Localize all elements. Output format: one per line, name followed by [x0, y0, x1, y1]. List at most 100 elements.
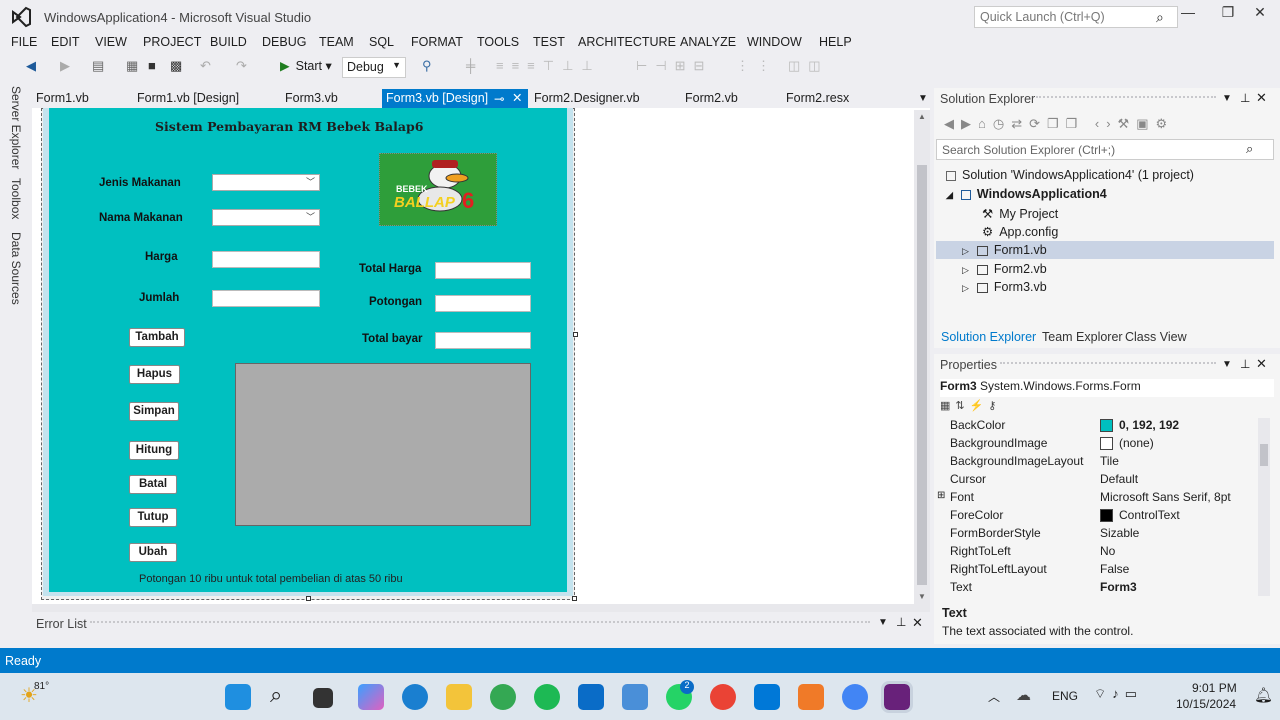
undo-icon[interactable]: ↶: [200, 58, 211, 74]
prop-value-cursor[interactable]: Default: [1100, 472, 1138, 486]
tree-my-project[interactable]: ⚒ My Project: [982, 206, 1058, 221]
prop-name-backcolor[interactable]: BackColor: [950, 418, 1005, 432]
prop-name-righttoleft[interactable]: RightToLeft: [950, 544, 1011, 558]
redo-icon[interactable]: ↷: [236, 58, 247, 74]
datagridview[interactable]: [235, 363, 531, 526]
error-list-title[interactable]: Error List: [36, 617, 87, 631]
panel-menu-icon[interactable]: ▼: [1222, 359, 1232, 370]
resize-handle-corner[interactable]: [572, 596, 577, 601]
form-heading[interactable]: Sistem Pembayaran RM Bebek Balap6: [155, 119, 423, 134]
prop-value-text[interactable]: Form3: [1100, 580, 1137, 594]
save-all-icon[interactable]: ▩: [170, 58, 182, 74]
tab-form2-designer[interactable]: Form2.Designer.vb: [530, 89, 644, 108]
textbox-potongan[interactable]: [435, 295, 531, 312]
start-button[interactable]: ▶ Start ▾: [280, 58, 332, 73]
tab-form3-vb[interactable]: Form3.vb: [281, 89, 342, 108]
menu-project[interactable]: PROJECT: [143, 35, 201, 49]
menu-team[interactable]: TEAM: [319, 35, 354, 49]
close-button[interactable]: ✕: [1240, 4, 1280, 26]
error-list-pin-icon[interactable]: ⊥: [896, 615, 906, 629]
pin-icon[interactable]: ⊸: [494, 91, 504, 106]
prop-name-cursor[interactable]: Cursor: [950, 472, 986, 486]
menu-analyze[interactable]: ANALYZE: [680, 35, 736, 49]
button-simpan[interactable]: Simpan: [129, 402, 179, 421]
data-sources-tab[interactable]: Data Sources: [9, 232, 23, 305]
align-icons[interactable]: ≡≡≡⊤⊥⊥: [496, 58, 601, 74]
menu-format[interactable]: FORMAT: [411, 35, 463, 49]
search-icon[interactable]: ⌕: [1156, 9, 1164, 26]
store-icon[interactable]: [578, 684, 604, 710]
new-project-icon[interactable]: ▤: [92, 58, 104, 74]
object-selector[interactable]: Form3 System.Windows.Forms.Form: [940, 379, 1274, 397]
task-view-icon[interactable]: [313, 688, 333, 708]
solution-search-input[interactable]: Search Solution Explorer (Ctrl+;): [936, 139, 1274, 160]
error-list-grip[interactable]: [90, 621, 870, 625]
scrollbar-thumb[interactable]: [917, 165, 927, 585]
menu-tools[interactable]: TOOLS: [477, 35, 519, 49]
chrome-icon[interactable]: [710, 684, 736, 710]
size-icons[interactable]: ⊢⊣⊞⊟: [636, 58, 712, 74]
prop-value-righttoleftlayout[interactable]: False: [1100, 562, 1129, 576]
properties-scroll-thumb[interactable]: [1260, 444, 1268, 466]
label-jenis-makanan[interactable]: Jenis Makanan: [99, 177, 181, 189]
back-icon[interactable]: ◀: [26, 58, 36, 74]
toolbox-tab[interactable]: Toolbox: [9, 178, 23, 219]
menu-file[interactable]: FILE: [11, 35, 37, 49]
menu-build[interactable]: BUILD: [210, 35, 247, 49]
combo-nama-makanan[interactable]: ﹀: [212, 209, 320, 226]
error-list-panel[interactable]: [30, 612, 930, 642]
edge-icon[interactable]: [402, 684, 428, 710]
prop-name-backgroundimage[interactable]: BackgroundImage: [950, 436, 1047, 450]
menu-test[interactable]: TEST: [533, 35, 565, 49]
button-hitung[interactable]: Hitung: [129, 441, 179, 460]
clock-time[interactable]: 9:01 PM: [1192, 681, 1237, 695]
panel-pin-icon[interactable]: ⊥: [1240, 357, 1250, 371]
tab-class-view[interactable]: Class View: [1125, 330, 1187, 344]
tab-form3-design[interactable]: Form3.vb [Design] ⊸ ✕: [382, 89, 528, 108]
minimize-button[interactable]: —: [1168, 4, 1208, 26]
file-explorer-icon[interactable]: [446, 684, 472, 710]
designer-horizontal-scrollbar[interactable]: [32, 604, 930, 612]
menu-edit[interactable]: EDIT: [51, 35, 79, 49]
prop-value-bgimagelayout[interactable]: Tile: [1100, 454, 1119, 468]
tab-form2-resx[interactable]: Form2.resx: [782, 89, 853, 108]
menu-help[interactable]: HELP: [819, 35, 852, 49]
textbox-total-harga[interactable]: [435, 262, 531, 279]
button-batal[interactable]: Batal: [129, 475, 177, 494]
menu-view[interactable]: VIEW: [95, 35, 127, 49]
menu-architecture[interactable]: ARCHITECTURE: [578, 35, 676, 49]
start-icon[interactable]: [225, 684, 251, 710]
prop-value-forecolor[interactable]: ControlText: [1100, 508, 1180, 523]
solution-explorer-grip[interactable]: [1036, 96, 1216, 98]
tree-project[interactable]: ◢ WindowsApplication4: [946, 187, 1107, 201]
tab-form2-vb[interactable]: Form2.vb: [681, 89, 742, 108]
open-file-icon[interactable]: ▦: [126, 58, 138, 74]
label-jumlah[interactable]: Jumlah: [139, 292, 179, 304]
menu-debug[interactable]: DEBUG: [262, 35, 306, 49]
spotify-icon[interactable]: [534, 684, 560, 710]
prop-value-righttoleft[interactable]: No: [1100, 544, 1115, 558]
notification-bell-icon[interactable]: 🔔︎: [1254, 686, 1273, 704]
label-potongan[interactable]: Potongan: [369, 296, 422, 308]
order-icons[interactable]: ◫◫: [788, 58, 829, 74]
textbox-harga[interactable]: [212, 251, 320, 268]
tree-form1[interactable]: ▷ Form1.vb: [962, 243, 1047, 257]
app-cube-icon[interactable]: [622, 684, 648, 710]
align-grid-icon[interactable]: ╪: [466, 58, 475, 73]
copilot-icon[interactable]: [358, 684, 384, 710]
close-tab-icon[interactable]: ✕: [512, 90, 522, 105]
prop-value-backgroundimage[interactable]: (none): [1100, 436, 1154, 451]
label-nama-makanan[interactable]: Nama Makanan: [99, 212, 183, 224]
label-discount-note[interactable]: Potongan 10 ribu untuk total pembelian d…: [139, 573, 403, 585]
tray-overflow-icon[interactable]: ︿: [988, 688, 1000, 705]
properties-title[interactable]: Properties: [940, 358, 997, 372]
textbox-jumlah[interactable]: [212, 290, 320, 307]
button-ubah[interactable]: Ubah: [129, 543, 177, 562]
logo-picturebox[interactable]: BEBEK BALLAP 6: [379, 153, 497, 226]
label-total-harga[interactable]: Total Harga: [359, 263, 421, 275]
properties-toolbar[interactable]: ▦⇅⚡⚷: [940, 399, 1001, 412]
xampp-icon[interactable]: [798, 684, 824, 710]
chrome-profile-icon[interactable]: [490, 684, 516, 710]
quick-launch-input[interactable]: Quick Launch (Ctrl+Q): [974, 6, 1178, 28]
find-icon[interactable]: ⚲: [422, 58, 432, 74]
